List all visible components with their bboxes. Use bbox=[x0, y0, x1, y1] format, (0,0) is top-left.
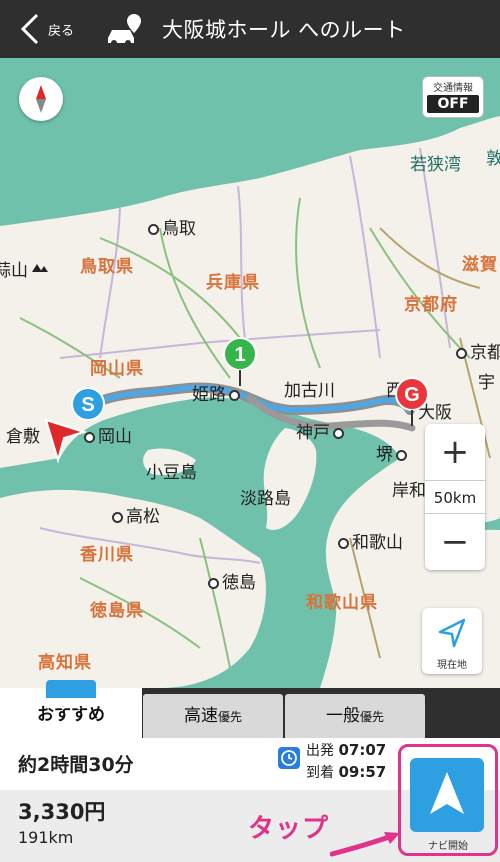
header-bar: 戻る 大阪城ホール へのルート bbox=[0, 0, 500, 58]
pref-tottori: 鳥取県 bbox=[80, 257, 134, 277]
tab-local-road[interactable]: 一般優先 bbox=[285, 694, 425, 738]
place-dot bbox=[112, 511, 123, 523]
pref-kagawa: 香川県 bbox=[80, 545, 134, 565]
tab-expressway[interactable]: 高速優先 bbox=[143, 694, 283, 738]
place-label: 岸和 bbox=[392, 481, 426, 501]
tap-annotation: タップ bbox=[248, 814, 330, 844]
back-label: 戻る bbox=[48, 23, 75, 39]
compass-icon bbox=[36, 85, 46, 113]
place-dot bbox=[338, 537, 349, 549]
place-dot bbox=[148, 223, 159, 235]
pref-wakayama: 和歌山県 bbox=[306, 593, 378, 613]
back-button[interactable]: 戻る bbox=[20, 10, 100, 48]
car-route-icon bbox=[108, 14, 141, 46]
place-dot bbox=[333, 427, 344, 439]
sea-wakasa-bay: 若狭湾 bbox=[410, 155, 461, 175]
route-duration: 約2時間30分 bbox=[18, 754, 134, 776]
goal-marker-label: G bbox=[404, 384, 420, 406]
route-distance: 191km bbox=[18, 828, 74, 847]
place-kakogawa: 加古川 bbox=[284, 376, 335, 401]
place-label: 堺 bbox=[376, 445, 393, 465]
place-kyoto: 京都 bbox=[456, 338, 500, 363]
annotation-arrow-icon bbox=[330, 832, 400, 857]
place-takamatsu: 高松 bbox=[112, 502, 160, 527]
tab-suffix: 優先 bbox=[359, 710, 384, 724]
zoom-control: + 50km − bbox=[425, 424, 485, 570]
clock-icon bbox=[278, 747, 300, 769]
route-map[interactable]: 鳥取 姫路 加古川 神戸 堺 岡山 倉敷 高松 徳島 和歌山 京都 大阪 岸和 … bbox=[0, 58, 500, 688]
page-title: 大阪城ホール へのルート bbox=[162, 18, 406, 42]
place-label: 倉敷 bbox=[6, 427, 40, 447]
place-label: 姫路 bbox=[192, 385, 226, 405]
navi-start-button[interactable] bbox=[410, 758, 484, 832]
pref-okayama: 岡山県 bbox=[90, 359, 144, 379]
tab-recommended[interactable]: おすすめ bbox=[0, 680, 142, 738]
place-dot bbox=[208, 577, 219, 589]
pref-hyogo: 兵庫県 bbox=[206, 273, 260, 293]
place-tottori: 鳥取 bbox=[148, 214, 196, 239]
zoom-in-button[interactable]: + bbox=[425, 424, 485, 480]
panel-handle[interactable] bbox=[46, 680, 96, 710]
current-location-label: 現在地 bbox=[437, 660, 467, 671]
place-label: 神戸 bbox=[296, 423, 330, 443]
place-kishiwada: 岸和 bbox=[392, 476, 426, 501]
place-label: 京都 bbox=[470, 343, 500, 363]
place-label: 和歌山 bbox=[352, 533, 403, 553]
place-label: 徳島 bbox=[222, 573, 256, 593]
route-type-tabs: おすすめ 高速優先 一般優先 bbox=[0, 680, 500, 738]
place-wakayama: 和歌山 bbox=[338, 528, 403, 553]
place-dot bbox=[456, 347, 467, 359]
chevron-up-icon bbox=[61, 700, 81, 710]
place-label: 加古川 bbox=[284, 381, 335, 401]
mountain-label: 蒜山 bbox=[0, 261, 28, 281]
pref-tokushima: 徳島県 bbox=[90, 601, 144, 621]
map-scale: 50km bbox=[425, 480, 485, 514]
traffic-state: OFF bbox=[427, 95, 479, 113]
place-dot bbox=[396, 449, 407, 461]
waypoint-marker[interactable]: 1 bbox=[220, 336, 260, 388]
start-marker-label: S bbox=[81, 394, 94, 416]
depart-time: 07:07 bbox=[338, 741, 387, 759]
place-tokushima: 徳島 bbox=[208, 568, 256, 593]
place-sakai: 堺 bbox=[376, 440, 410, 465]
depart-label: 出発 bbox=[306, 743, 334, 759]
place-label: 岡山 bbox=[98, 427, 132, 447]
place-label: 高松 bbox=[126, 507, 160, 527]
navigation-arrow-icon bbox=[430, 772, 464, 814]
place-okayama: 岡山 bbox=[84, 422, 132, 447]
island-awajishima: 淡路島 bbox=[240, 489, 291, 509]
pref-shiga: 滋賀 bbox=[462, 255, 498, 275]
pref-kyoto: 京都府 bbox=[404, 295, 458, 315]
island-shodoshima: 小豆島 bbox=[146, 463, 197, 483]
edge-label: 敦 bbox=[486, 149, 500, 169]
current-location-button[interactable]: 現在地 bbox=[422, 608, 482, 674]
place-label: 宇 bbox=[478, 373, 495, 393]
location-arrow-icon bbox=[438, 618, 466, 648]
current-location-arrow-icon bbox=[44, 418, 88, 464]
route-times: 出発 07:07 到着 09:57 bbox=[306, 740, 386, 784]
place-uji: 宇 bbox=[478, 368, 495, 393]
navi-start-label: ナビ開始 bbox=[428, 841, 468, 852]
compass-button[interactable] bbox=[19, 77, 63, 121]
place-label: 鳥取 bbox=[162, 219, 196, 239]
zoom-out-button[interactable]: − bbox=[425, 514, 485, 570]
arrive-time: 09:57 bbox=[338, 763, 387, 781]
place-kurashiki: 倉敷 bbox=[6, 422, 40, 447]
pref-kochi: 高知県 bbox=[38, 653, 92, 673]
arrive-label: 到着 bbox=[306, 765, 334, 781]
tab-label: 高速 bbox=[183, 706, 218, 726]
tab-label: 一般 bbox=[325, 706, 360, 726]
chevron-left-icon bbox=[20, 13, 39, 45]
traffic-toggle[interactable]: 交通情報 OFF bbox=[422, 76, 484, 118]
place-dot bbox=[229, 389, 240, 401]
goal-marker[interactable]: G bbox=[392, 376, 432, 428]
tab-suffix: 優先 bbox=[217, 710, 242, 724]
toll-fare: 3,330円 bbox=[18, 800, 106, 824]
waypoint-marker-label: 1 bbox=[234, 344, 245, 366]
place-kobe: 神戸 bbox=[296, 418, 347, 443]
traffic-label: 交通情報 bbox=[433, 83, 473, 94]
